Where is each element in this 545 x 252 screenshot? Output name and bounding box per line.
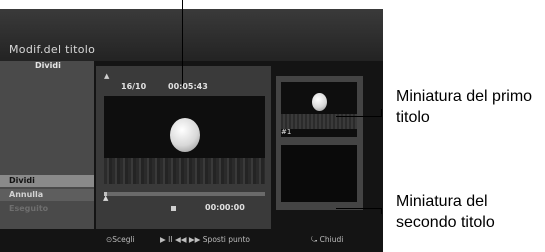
camera-icon: ▲ bbox=[104, 72, 110, 80]
sidebar-label: Dividi bbox=[35, 61, 61, 70]
header-bar: Modif.del titolo bbox=[0, 9, 383, 61]
callout-first-thumbnail: Miniatura del primo titolo bbox=[396, 88, 533, 126]
split-marker-icon: ▲ bbox=[103, 194, 109, 202]
playback-time: 00:05:43 bbox=[168, 82, 208, 91]
split-button[interactable]: Dividi bbox=[0, 175, 94, 187]
callout-line-second-tick bbox=[381, 208, 382, 214]
egg-image bbox=[312, 93, 327, 111]
done-button[interactable]: Eseguito bbox=[0, 203, 94, 215]
cancel-button[interactable]: Annulla bbox=[0, 189, 94, 201]
thumbnail-label: #1 bbox=[281, 128, 292, 136]
callout-line-top bbox=[182, 0, 183, 86]
egg-image bbox=[170, 118, 200, 152]
ground-image bbox=[104, 158, 265, 184]
thumbnail-second-title bbox=[281, 145, 357, 202]
stop-icon[interactable] bbox=[171, 206, 176, 211]
total-time: 00:00:00 bbox=[205, 203, 245, 212]
callout-line-first bbox=[336, 116, 381, 117]
page-title: Modif.del titolo bbox=[9, 43, 96, 56]
callout-second-thumbnail: Miniatura del secondo titolo bbox=[396, 193, 495, 231]
callout-line-second bbox=[336, 208, 381, 209]
title-counter: 16/10 bbox=[121, 82, 147, 91]
move-point-hint: ▶ II ◀◀ ▶▶ Sposti punto bbox=[160, 235, 251, 244]
thumbnail-first-title bbox=[281, 82, 357, 137]
video-preview bbox=[104, 96, 265, 184]
select-hint: ⊙Scegli bbox=[106, 235, 135, 244]
close-hint: ⤿ Chiudi bbox=[311, 235, 344, 244]
progress-bar[interactable] bbox=[104, 192, 265, 196]
callout-line-first-tick bbox=[381, 109, 382, 117]
